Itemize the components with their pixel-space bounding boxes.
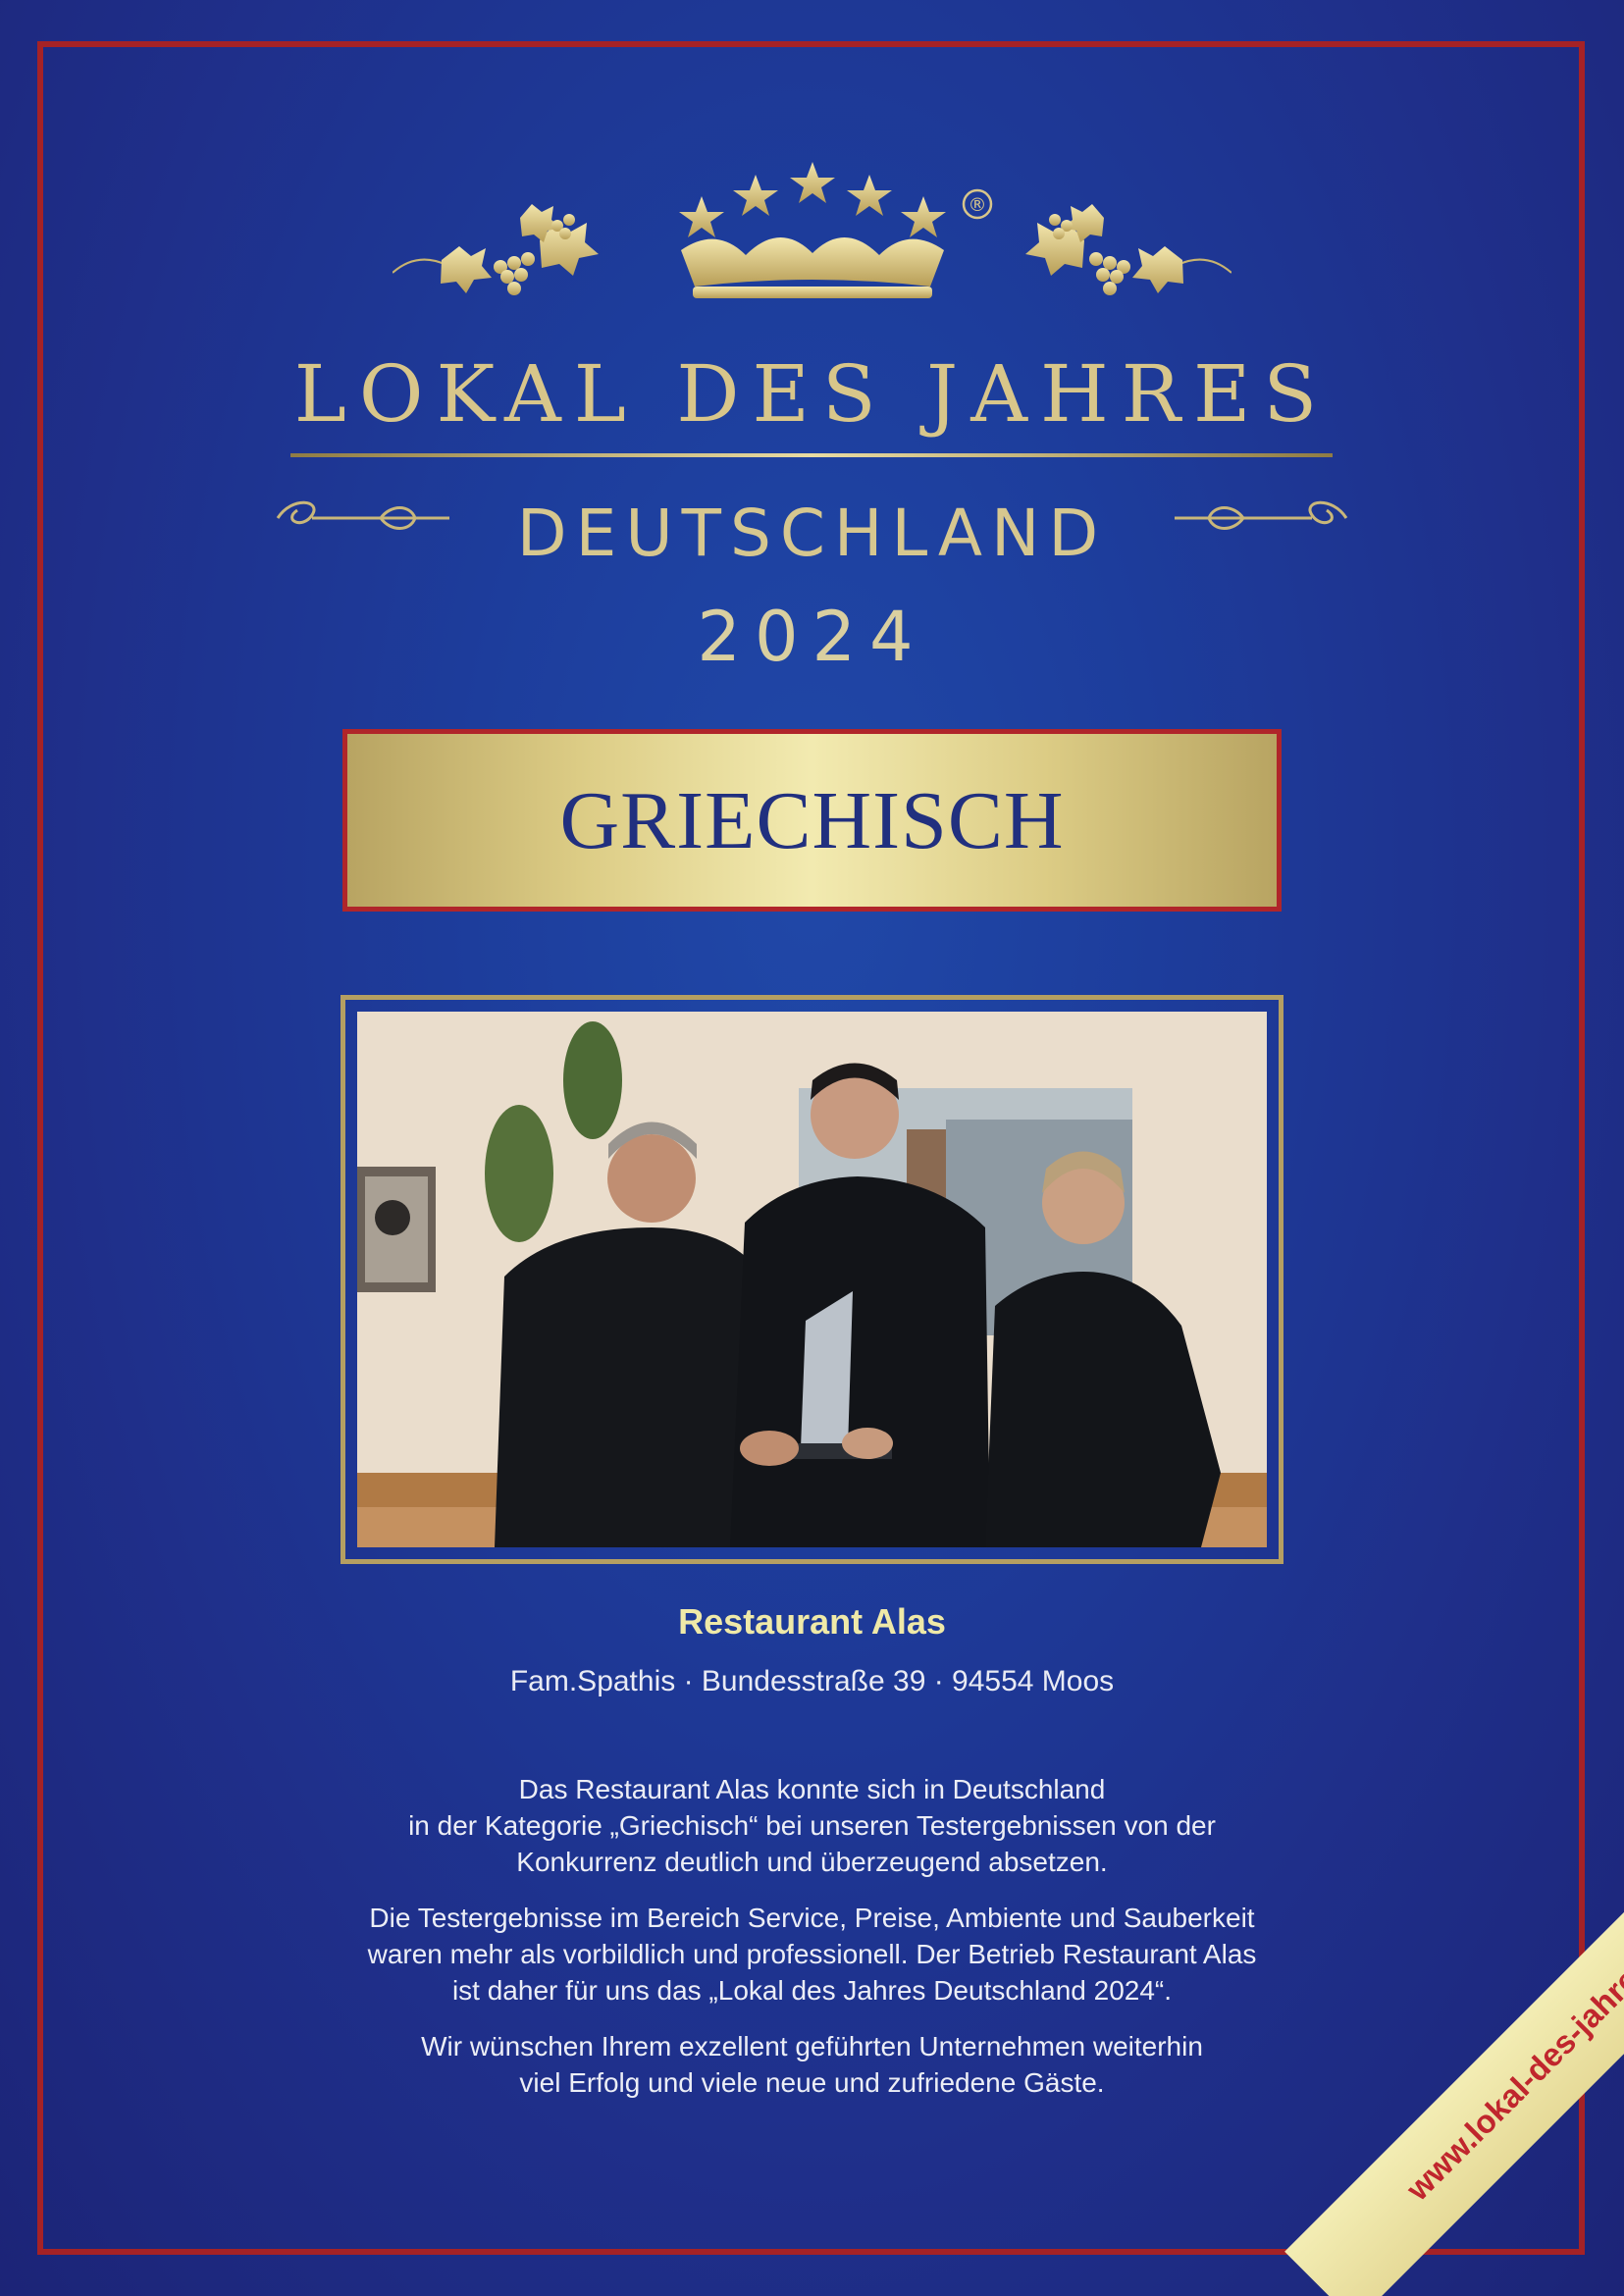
body-paragraph-2: Die Testergebnisse im Bereich Service, P… <box>196 1900 1428 2009</box>
award-year: 2024 <box>697 597 927 677</box>
certificate-page: ® LOKAL DES JAHRES DEUTSCHLAND 2024 GRIE… <box>0 0 1624 2296</box>
photo-frame <box>341 995 1283 1564</box>
body-line: ist daher für uns das „Lokal des Jahres … <box>451 1975 1173 2006</box>
grapevine-icon <box>393 204 599 295</box>
body-line: viel Erfolg und viele neue und zufrieden… <box>519 2067 1105 2098</box>
title-divider <box>290 453 1333 457</box>
crown-icon <box>681 236 944 298</box>
registered-mark: ® <box>969 194 987 216</box>
body-line: Wir wünschen Ihrem exzellent geführten U… <box>421 2031 1203 2061</box>
award-country: DEUTSCHLAND <box>516 496 1108 571</box>
body-paragraph-3: Wir wünschen Ihrem exzellent geführten U… <box>196 2028 1428 2101</box>
body-line: in der Kategorie „Griechisch“ bei unsere… <box>408 1810 1216 1841</box>
flourish-icon <box>1175 500 1348 530</box>
crown-ornament: ® <box>393 162 1231 298</box>
body-line: waren mehr als vorbildlich und professio… <box>367 1939 1257 1969</box>
category-banner: GRIECHISCH <box>342 729 1282 912</box>
award-photo-illustration <box>357 1012 1267 1547</box>
award-title: LOKAL DES JAHRES <box>293 348 1331 440</box>
body-paragraph-1: Das Restaurant Alas konnte sich in Deuts… <box>196 1771 1428 1880</box>
body-line: Die Testergebnisse im Bereich Service, P… <box>369 1903 1255 1933</box>
category-label: GRIECHISCH <box>559 774 1065 866</box>
star-icon <box>679 162 946 237</box>
restaurant-address: Fam.Spathis · Bundesstraße 39 · 94554 Mo… <box>509 1665 1115 1697</box>
restaurant-name: Restaurant Alas <box>678 1601 946 1642</box>
grapevine-icon <box>1025 204 1231 295</box>
body-line: Konkurrenz deutlich und überzeugend abse… <box>516 1847 1108 1877</box>
body-line: Das Restaurant Alas konnte sich in Deuts… <box>518 1774 1106 1804</box>
award-photo <box>357 1012 1267 1547</box>
